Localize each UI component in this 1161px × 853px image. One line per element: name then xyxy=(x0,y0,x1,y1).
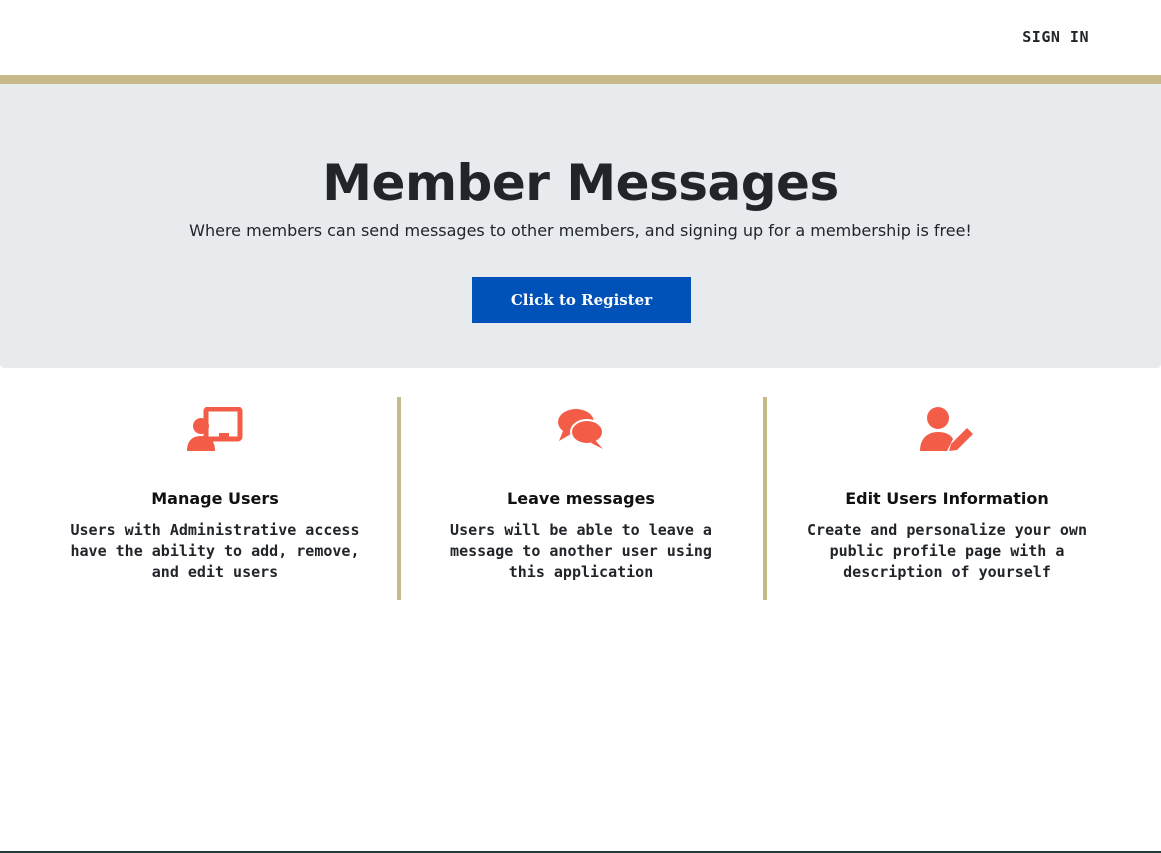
feature-title: Edit Users Information xyxy=(845,489,1049,508)
feature-title: Manage Users xyxy=(151,489,279,508)
feature-description: Create and personalize your own public p… xyxy=(807,521,1087,581)
feature-edit-users-information: Edit Users Information Create and person… xyxy=(764,397,1130,600)
chat-bubbles-icon xyxy=(558,409,604,449)
accent-divider-bar xyxy=(0,75,1161,84)
register-button[interactable]: Click to Register xyxy=(472,277,691,323)
feature-description: Users will be able to leave a message to… xyxy=(450,521,712,581)
hero-section: Member Messages Where members can send m… xyxy=(0,84,1161,368)
user-edit-icon xyxy=(920,407,973,451)
feature-title: Leave messages xyxy=(507,489,655,508)
top-navbar: SIGN IN xyxy=(0,0,1161,75)
page-title: Member Messages xyxy=(322,154,839,212)
features-section: Manage Users Users with Administrative a… xyxy=(32,397,1130,600)
feature-description: Users with Administrative access have th… xyxy=(70,521,360,581)
feature-leave-messages: Leave messages Users will be able to lea… xyxy=(398,397,764,600)
hero-subtitle: Where members can send messages to other… xyxy=(189,221,972,240)
feature-manage-users: Manage Users Users with Administrative a… xyxy=(32,397,398,600)
sign-in-link[interactable]: SIGN IN xyxy=(1022,28,1089,46)
user-presentation-icon xyxy=(187,407,243,451)
